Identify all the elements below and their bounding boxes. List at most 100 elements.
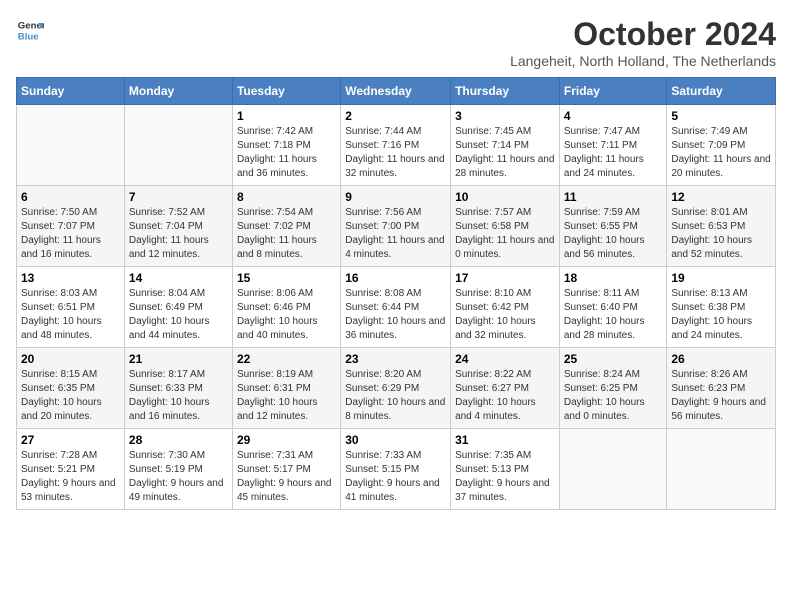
calendar-cell: 5 Sunrise: 7:49 AM Sunset: 7:09 PM Daylig…: [667, 105, 776, 186]
day-header: Sunday: [17, 78, 125, 105]
cell-info: Sunrise: 8:01 AM Sunset: 6:53 PM Dayligh…: [671, 206, 771, 262]
calendar-cell: 2 Sunrise: 7:44 AM Sunset: 7:16 PM Daylig…: [341, 105, 451, 186]
day-number: 28: [129, 433, 228, 447]
calendar-cell: [124, 105, 232, 186]
calendar-cell: 24 Sunrise: 8:22 AM Sunset: 6:27 PM Dayli…: [451, 348, 560, 429]
cell-info: Sunrise: 8:20 AM Sunset: 6:29 PM Dayligh…: [345, 368, 446, 424]
day-number: 14: [129, 271, 228, 285]
calendar-cell: 11 Sunrise: 7:59 AM Sunset: 6:55 PM Dayli…: [559, 186, 667, 267]
day-header: Tuesday: [232, 78, 340, 105]
calendar-cell: 8 Sunrise: 7:54 AM Sunset: 7:02 PM Daylig…: [232, 186, 340, 267]
day-number: 23: [345, 352, 446, 366]
day-header: Wednesday: [341, 78, 451, 105]
day-number: 24: [455, 352, 555, 366]
day-number: 27: [21, 433, 120, 447]
month-title: October 2024: [510, 16, 776, 53]
day-number: 22: [237, 352, 336, 366]
day-header: Friday: [559, 78, 667, 105]
cell-info: Sunrise: 7:31 AM Sunset: 5:17 PM Dayligh…: [237, 449, 336, 505]
cell-info: Sunrise: 7:45 AM Sunset: 7:14 PM Dayligh…: [455, 125, 555, 181]
day-number: 30: [345, 433, 446, 447]
cell-info: Sunrise: 7:33 AM Sunset: 5:15 PM Dayligh…: [345, 449, 446, 505]
calendar-cell: 21 Sunrise: 8:17 AM Sunset: 6:33 PM Dayli…: [124, 348, 232, 429]
calendar-cell: 26 Sunrise: 8:26 AM Sunset: 6:23 PM Dayli…: [667, 348, 776, 429]
day-number: 13: [21, 271, 120, 285]
day-number: 10: [455, 190, 555, 204]
cell-info: Sunrise: 7:35 AM Sunset: 5:13 PM Dayligh…: [455, 449, 555, 505]
calendar-cell: 9 Sunrise: 7:56 AM Sunset: 7:00 PM Daylig…: [341, 186, 451, 267]
cell-info: Sunrise: 7:47 AM Sunset: 7:11 PM Dayligh…: [564, 125, 663, 181]
calendar-cell: [559, 429, 667, 510]
day-number: 2: [345, 109, 446, 123]
calendar-cell: 3Sunrise: 7:45 AM Sunset: 7:14 PM Daylig…: [451, 105, 560, 186]
calendar-cell: 19Sunrise: 8:13 AM Sunset: 6:38 PM Dayli…: [667, 267, 776, 348]
calendar-header-row: SundayMondayTuesdayWednesdayThursdayFrid…: [17, 78, 776, 105]
calendar-cell: 16 Sunrise: 8:08 AM Sunset: 6:44 PM Dayli…: [341, 267, 451, 348]
day-number: 16: [345, 271, 446, 285]
calendar-cell: 4 Sunrise: 7:47 AM Sunset: 7:11 PM Daylig…: [559, 105, 667, 186]
day-number: 9: [345, 190, 446, 204]
calendar-cell: [17, 105, 125, 186]
cell-info: Sunrise: 8:15 AM Sunset: 6:35 PM Dayligh…: [21, 368, 120, 424]
calendar-week-row: 27 Sunrise: 7:28 AM Sunset: 5:21 PM Dayli…: [17, 429, 776, 510]
day-number: 31: [455, 433, 555, 447]
location: Langeheit, North Holland, The Netherland…: [510, 53, 776, 69]
calendar-week-row: 6Sunrise: 7:50 AM Sunset: 7:07 PM Daylig…: [17, 186, 776, 267]
cell-info: Sunrise: 8:24 AM Sunset: 6:25 PM Dayligh…: [564, 368, 663, 424]
day-number: 5: [671, 109, 771, 123]
calendar-week-row: 1Sunrise: 7:42 AM Sunset: 7:18 PM Daylig…: [17, 105, 776, 186]
cell-info: Sunrise: 7:44 AM Sunset: 7:16 PM Dayligh…: [345, 125, 446, 181]
calendar-cell: 27 Sunrise: 7:28 AM Sunset: 5:21 PM Dayli…: [17, 429, 125, 510]
logo: General Blue: [16, 16, 44, 44]
cell-info: Sunrise: 8:17 AM Sunset: 6:33 PM Dayligh…: [129, 368, 228, 424]
day-number: 8: [237, 190, 336, 204]
cell-info: Sunrise: 8:26 AM Sunset: 6:23 PM Dayligh…: [671, 368, 771, 424]
calendar-cell: 29 Sunrise: 7:31 AM Sunset: 5:17 PM Dayli…: [232, 429, 340, 510]
calendar-cell: 28 Sunrise: 7:30 AM Sunset: 5:19 PM Dayli…: [124, 429, 232, 510]
calendar-cell: 1Sunrise: 7:42 AM Sunset: 7:18 PM Daylig…: [232, 105, 340, 186]
calendar-cell: 31 Sunrise: 7:35 AM Sunset: 5:13 PM Dayli…: [451, 429, 560, 510]
cell-info: Sunrise: 8:10 AM Sunset: 6:42 PM Dayligh…: [455, 287, 555, 343]
calendar-cell: 17Sunrise: 8:10 AM Sunset: 6:42 PM Dayli…: [451, 267, 560, 348]
cell-info: Sunrise: 8:04 AM Sunset: 6:49 PM Dayligh…: [129, 287, 228, 343]
cell-info: Sunrise: 8:11 AM Sunset: 6:40 PM Dayligh…: [564, 287, 663, 343]
cell-info: Sunrise: 7:54 AM Sunset: 7:02 PM Dayligh…: [237, 206, 336, 262]
cell-info: Sunrise: 8:08 AM Sunset: 6:44 PM Dayligh…: [345, 287, 446, 343]
cell-info: Sunrise: 7:59 AM Sunset: 6:55 PM Dayligh…: [564, 206, 663, 262]
cell-info: Sunrise: 8:19 AM Sunset: 6:31 PM Dayligh…: [237, 368, 336, 424]
calendar-cell: 18Sunrise: 8:11 AM Sunset: 6:40 PM Dayli…: [559, 267, 667, 348]
cell-info: Sunrise: 7:30 AM Sunset: 5:19 PM Dayligh…: [129, 449, 228, 505]
day-number: 7: [129, 190, 228, 204]
calendar-cell: 25 Sunrise: 8:24 AM Sunset: 6:25 PM Dayli…: [559, 348, 667, 429]
cell-info: Sunrise: 7:49 AM Sunset: 7:09 PM Dayligh…: [671, 125, 771, 181]
calendar-table: SundayMondayTuesdayWednesdayThursdayFrid…: [16, 77, 776, 510]
calendar-cell: 30 Sunrise: 7:33 AM Sunset: 5:15 PM Dayli…: [341, 429, 451, 510]
calendar-cell: 15Sunrise: 8:06 AM Sunset: 6:46 PM Dayli…: [232, 267, 340, 348]
calendar-cell: 10 Sunrise: 7:57 AM Sunset: 6:58 PM Dayli…: [451, 186, 560, 267]
day-number: 26: [671, 352, 771, 366]
calendar-week-row: 13 Sunrise: 8:03 AM Sunset: 6:51 PM Dayli…: [17, 267, 776, 348]
day-number: 4: [564, 109, 663, 123]
day-header: Saturday: [667, 78, 776, 105]
svg-text:Blue: Blue: [18, 32, 39, 43]
calendar-cell: 23 Sunrise: 8:20 AM Sunset: 6:29 PM Dayli…: [341, 348, 451, 429]
day-number: 19: [671, 271, 771, 285]
calendar-cell: 7 Sunrise: 7:52 AM Sunset: 7:04 PM Daylig…: [124, 186, 232, 267]
day-number: 21: [129, 352, 228, 366]
day-number: 29: [237, 433, 336, 447]
cell-info: Sunrise: 7:52 AM Sunset: 7:04 PM Dayligh…: [129, 206, 228, 262]
day-number: 25: [564, 352, 663, 366]
day-number: 1: [237, 109, 336, 123]
day-number: 11: [564, 190, 663, 204]
cell-info: Sunrise: 8:22 AM Sunset: 6:27 PM Dayligh…: [455, 368, 555, 424]
cell-info: Sunrise: 7:28 AM Sunset: 5:21 PM Dayligh…: [21, 449, 120, 505]
cell-info: Sunrise: 8:03 AM Sunset: 6:51 PM Dayligh…: [21, 287, 120, 343]
day-header: Monday: [124, 78, 232, 105]
calendar-cell: [667, 429, 776, 510]
cell-info: Sunrise: 7:56 AM Sunset: 7:00 PM Dayligh…: [345, 206, 446, 262]
title-area: October 2024 Langeheit, North Holland, T…: [510, 16, 776, 69]
calendar-cell: 22 Sunrise: 8:19 AM Sunset: 6:31 PM Dayli…: [232, 348, 340, 429]
svg-text:General: General: [18, 20, 44, 31]
cell-info: Sunrise: 7:57 AM Sunset: 6:58 PM Dayligh…: [455, 206, 555, 262]
calendar-week-row: 20Sunrise: 8:15 AM Sunset: 6:35 PM Dayli…: [17, 348, 776, 429]
